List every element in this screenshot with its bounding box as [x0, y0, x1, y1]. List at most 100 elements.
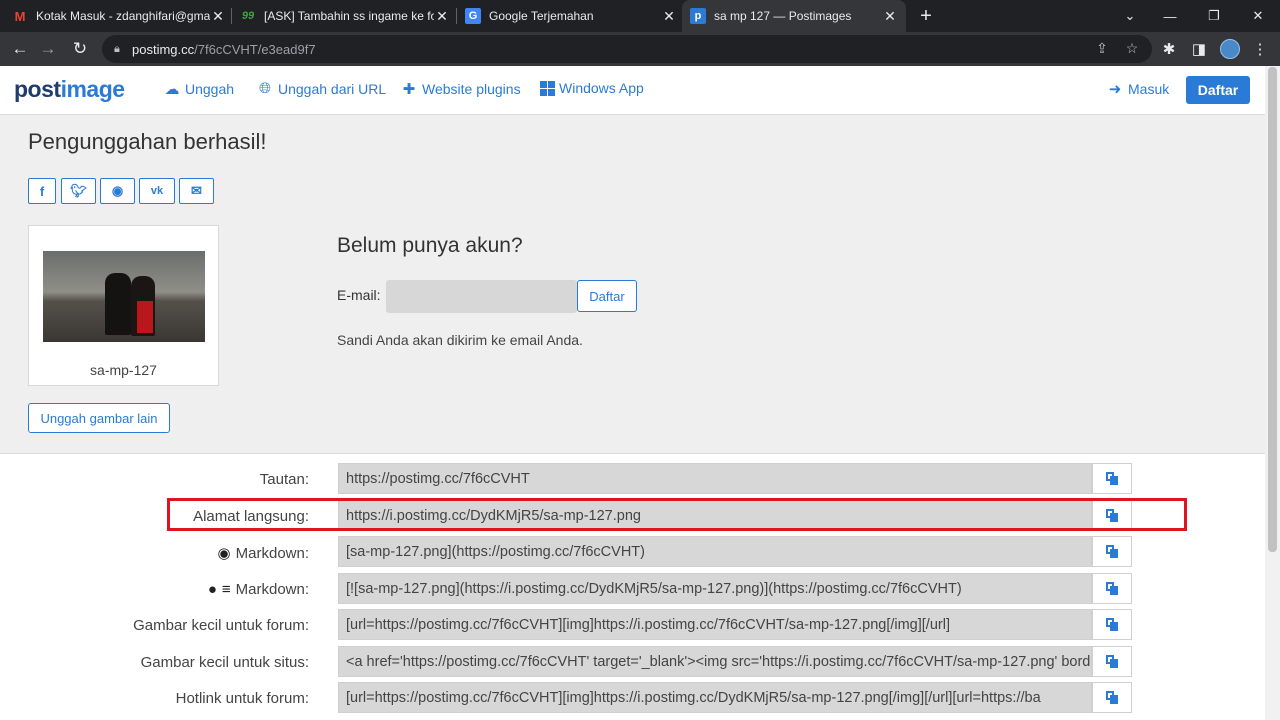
reload-icon[interactable]: ↻ [68, 37, 92, 61]
vk-icon[interactable]: vk [139, 178, 175, 204]
link-row: Alamat langsung: https://i.postimg.cc/Dy… [0, 500, 1265, 533]
link-label: Alamat langsung: [193, 508, 309, 525]
back-icon[interactable]: ← [8, 37, 32, 61]
globe-icon: 🌐︎ [258, 80, 271, 97]
link-row: Gambar kecil untuk situs: <a href='https… [0, 646, 1265, 679]
link-field[interactable]: [url=https://postimg.cc/7f6cCVHT][img]ht… [338, 609, 1092, 640]
cloud-upload-icon: ☁ [164, 81, 180, 98]
email-field[interactable] [386, 280, 577, 313]
profile-avatar[interactable] [1220, 39, 1240, 59]
minimize-icon[interactable]: — [1148, 0, 1192, 32]
image-thumbnail-card: sa-mp-127 [28, 225, 219, 386]
close-window-icon[interactable]: ✕ [1236, 0, 1280, 32]
copy-button[interactable] [1092, 609, 1132, 640]
close-tab-icon[interactable]: ✕ [210, 8, 226, 25]
nav-upload-url[interactable]: 🌐︎ Unggah dari URL [257, 80, 386, 97]
link-field[interactable]: https://postimg.cc/7f6cCVHT [338, 463, 1092, 494]
google-translate-icon: G [465, 8, 481, 24]
scrollbar-thumb[interactable] [1268, 67, 1277, 552]
link-field[interactable]: [sa-mp-127.png](https://postimg.cc/7f6cC… [338, 536, 1092, 567]
tab-google-translate[interactable]: G Google Terjemahan ✕ [465, 0, 677, 32]
link-field[interactable]: [![sa-mp-127.png](https://i.postimg.cc/D… [338, 573, 1092, 604]
nav-windows-app[interactable]: Windows App [540, 80, 644, 96]
nav-website-plugins-label: Website plugins [422, 81, 521, 97]
lock-icon[interactable]: 🔒︎ [114, 43, 132, 56]
tab-divider [456, 8, 457, 24]
copy-button[interactable] [1092, 500, 1132, 531]
link-field[interactable]: [url=https://postimg.cc/7f6cCVHT][img]ht… [338, 682, 1092, 713]
puzzle-icon: ✚ [402, 81, 416, 98]
windows-icon [540, 80, 555, 96]
uploaded-image-thumbnail[interactable] [43, 251, 205, 342]
copy-button[interactable] [1092, 536, 1132, 567]
page-title: Pengunggahan berhasil! [28, 129, 267, 154]
copy-icon [1106, 655, 1118, 668]
tab-postimages[interactable]: p sa mp 127 — Postimages ✕ [682, 0, 906, 32]
site-header: postimage ☁ Unggah 🌐︎ Unggah dari URL ✚ … [0, 66, 1265, 115]
tab-title: Google Terjemahan [489, 9, 594, 23]
nav-upload[interactable]: ☁ Unggah [164, 80, 235, 98]
copy-icon [1106, 472, 1118, 485]
forward-icon[interactable]: → [36, 37, 60, 61]
star-icon[interactable]: ☆ [1123, 39, 1141, 57]
maximize-icon[interactable]: ❐ [1192, 0, 1236, 32]
image-figure [105, 273, 131, 335]
close-tab-icon[interactable]: ✕ [434, 8, 450, 25]
link-label: Gambar kecil untuk forum: [133, 617, 309, 634]
facebook-icon[interactable]: f [28, 178, 56, 204]
menu-icon[interactable]: ⋮ [1250, 39, 1270, 59]
link-row: ● ≡ Markdown: [![sa-mp-127.png](https://i.… [0, 573, 1265, 606]
copy-icon [1106, 509, 1118, 522]
logo-text-post: post [14, 76, 61, 102]
page-scrollbar[interactable] [1265, 66, 1280, 720]
link-row: Hotlink untuk forum: [url=https://postim… [0, 682, 1265, 715]
copy-icon [1106, 545, 1118, 558]
link-field[interactable]: https://i.postimg.cc/DydKMjR5/sa-mp-127.… [338, 500, 1092, 531]
link-field[interactable]: <a href='https://postimg.cc/7f6cCVHT' ta… [338, 646, 1092, 677]
link-row: Gambar kecil untuk forum: [url=https://p… [0, 609, 1265, 642]
login-link[interactable]: ➜ Masuk [1107, 80, 1170, 98]
email-icon[interactable]: ✉ [179, 178, 214, 204]
copy-button[interactable] [1092, 682, 1132, 713]
tab-gmail[interactable]: M Kotak Masuk - zdanghifari@gmail.com ✕ [12, 0, 226, 32]
nav-website-plugins[interactable]: ✚ Website plugins [401, 80, 521, 98]
copy-button[interactable] [1092, 573, 1132, 604]
postimage-logo[interactable]: postimage [14, 76, 125, 103]
email-label: E-mail: [337, 287, 381, 303]
forum-favicon-icon: 99 [241, 10, 255, 22]
sidebar-icon[interactable]: ◨ [1189, 39, 1209, 59]
tab-title: Kotak Masuk - zdanghifari@gmail.com [36, 9, 210, 23]
tab-search-chevron-icon[interactable]: ⌄ [1108, 0, 1152, 32]
upload-another-button[interactable]: Unggah gambar lain [28, 403, 170, 433]
link-label-text: Markdown: [235, 544, 309, 562]
browser-toolbar: ← → ↻ 🔒︎ postimg.cc/7f6cCVHT/e3ead9f7 ⇪ … [0, 32, 1280, 66]
copy-icon [1106, 582, 1118, 595]
nav-upload-url-label: Unggah dari URL [278, 80, 387, 97]
new-tab-button[interactable]: + [916, 6, 936, 26]
address-bar[interactable]: 🔒︎ postimg.cc/7f6cCVHT/e3ead9f7 [102, 35, 1152, 63]
image-figure-dress [137, 301, 153, 333]
image-caption: sa-mp-127 [90, 362, 157, 378]
nav-windows-app-label: Windows App [559, 80, 644, 96]
logo-text-image: image [60, 76, 125, 102]
close-tab-icon[interactable]: ✕ [661, 8, 677, 25]
signup-button[interactable]: Daftar [577, 280, 637, 312]
upload-result-section: Pengunggahan berhasil! f 🐦︎ ◉ vk ✉ sa-mp… [0, 115, 1265, 454]
reddit-icon: ◉ [217, 545, 231, 562]
share-icon[interactable]: ⇪ [1093, 39, 1111, 57]
link-label: Hotlink untuk forum: [176, 690, 309, 707]
sign-in-icon: ➜ [1108, 81, 1122, 98]
link-label: ◉ Markdown: [217, 544, 309, 563]
tab-forum[interactable]: 99 [ASK] Tambahin ss ingame ke forum ✕ [240, 0, 450, 32]
signup-button-header[interactable]: Daftar [1186, 76, 1250, 104]
reddit-icon[interactable]: ◉ [100, 178, 135, 204]
postimages-favicon-icon: p [690, 8, 706, 24]
twitter-icon[interactable]: 🐦︎ [61, 178, 96, 204]
link-label: Gambar kecil untuk situs: [141, 654, 309, 671]
copy-button[interactable] [1092, 463, 1132, 494]
copy-button[interactable] [1092, 646, 1132, 677]
extensions-icon[interactable]: ✱ [1159, 39, 1179, 59]
login-label: Masuk [1128, 81, 1170, 97]
close-tab-icon[interactable]: ✕ [882, 8, 898, 25]
link-label-text: Markdown: [235, 581, 309, 598]
